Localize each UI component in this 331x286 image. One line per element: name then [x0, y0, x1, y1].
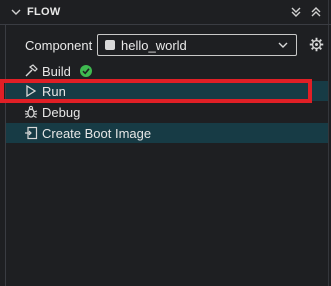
chevron-down-icon[interactable] — [10, 6, 22, 18]
flow-item-label: Debug — [42, 105, 81, 120]
bug-icon — [24, 105, 38, 118]
boot-image-icon — [25, 126, 38, 140]
flow-item-label: Build — [42, 64, 71, 79]
chevron-down-icon — [278, 42, 288, 48]
flow-item-label: Create Boot Image — [42, 126, 152, 141]
check-circle-icon — [80, 65, 92, 77]
gear-icon[interactable] — [309, 37, 324, 52]
panel-header: FLOW — [0, 0, 331, 25]
flow-panel: FLOW Component hello_world Build Run Deb… — [0, 0, 331, 286]
component-chip-icon — [105, 40, 115, 50]
component-select-value: hello_world — [121, 38, 187, 53]
flow-item-label: Run — [42, 84, 66, 99]
expand-all-icon[interactable] — [289, 5, 303, 19]
component-select[interactable]: hello_world — [97, 34, 297, 56]
hammer-icon — [25, 64, 38, 77]
panel-border — [328, 0, 329, 286]
flow-item-run[interactable]: Run — [6, 81, 328, 101]
flow-item-create-boot-image[interactable]: Create Boot Image — [6, 123, 328, 143]
panel-title: FLOW — [27, 6, 61, 18]
play-icon — [26, 84, 37, 98]
flow-item-debug[interactable]: Debug — [6, 102, 328, 122]
collapse-all-icon[interactable] — [309, 5, 323, 19]
component-label: Component — [25, 38, 93, 53]
flow-item-build[interactable]: Build — [6, 61, 328, 81]
